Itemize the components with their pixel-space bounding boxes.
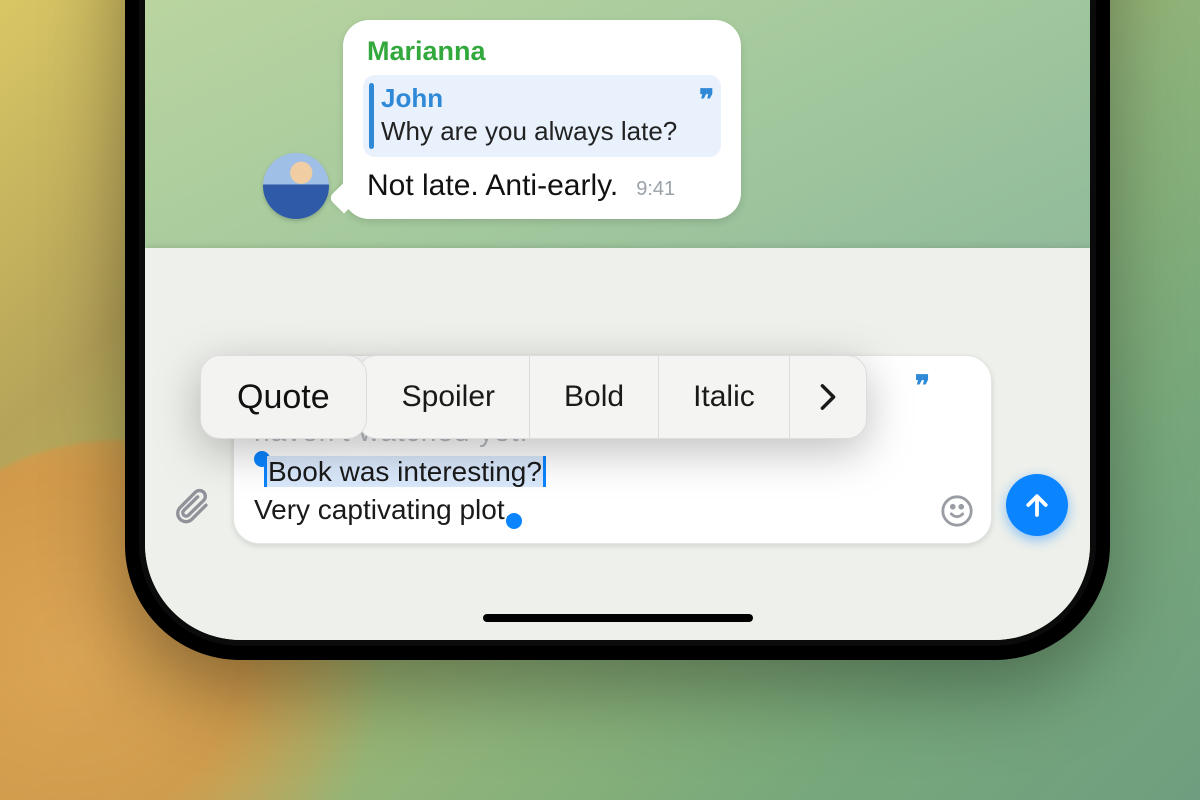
composer-panel: ❞ Have you seen that movie, the one have… <box>145 248 1090 640</box>
format-more-button[interactable] <box>789 356 866 438</box>
format-italic-button[interactable]: Italic <box>658 356 789 438</box>
input-after-line-wrap: Very captivating plot. <box>254 491 933 529</box>
phone-screen: Marianna ❞ John Why are you always late?… <box>145 0 1090 640</box>
sender-name: Marianna <box>367 36 721 67</box>
app-stage: Marianna ❞ John Why are you always late?… <box>0 0 1200 800</box>
format-spoiler-button[interactable]: Spoiler <box>358 356 529 438</box>
message-body: Not late. Anti-early. <box>367 169 618 203</box>
message-time: 9:41 <box>636 178 675 201</box>
message-bubble[interactable]: Marianna ❞ John Why are you always late?… <box>343 20 741 219</box>
incoming-message[interactable]: Marianna ❞ John Why are you always late?… <box>263 20 741 219</box>
reply-author: John <box>381 83 677 114</box>
emoji-button[interactable] <box>937 491 977 531</box>
quote-icon: ❞ <box>699 83 711 117</box>
avatar[interactable] <box>263 153 329 219</box>
smile-icon <box>940 494 974 528</box>
reply-accent-bar <box>369 83 374 149</box>
send-button[interactable] <box>1006 474 1068 536</box>
quote-icon: ❞ <box>915 368 927 406</box>
format-menu: Quote Spoiler Bold Italic <box>200 355 867 439</box>
input-selected-line-wrap: Book was interesting? <box>254 451 933 491</box>
paperclip-icon <box>171 486 211 526</box>
chevron-right-icon <box>818 383 838 411</box>
selection-handle-end[interactable] <box>506 513 522 529</box>
format-bold-button[interactable]: Bold <box>529 356 658 438</box>
format-quote-button[interactable]: Quote <box>200 355 367 439</box>
reply-block[interactable]: ❞ John Why are you always late? <box>363 75 721 157</box>
arrow-up-icon <box>1022 490 1052 520</box>
attach-button[interactable] <box>163 478 219 534</box>
input-selected-text[interactable]: Book was interesting? <box>264 456 546 487</box>
reply-text: Why are you always late? <box>381 116 677 147</box>
format-menu-rest: Spoiler Bold Italic <box>357 355 867 439</box>
input-after-text: Very captivating plot. <box>254 494 512 525</box>
phone-bezel: Marianna ❞ John Why are you always late?… <box>139 0 1096 646</box>
home-indicator[interactable] <box>483 614 753 622</box>
bubble-tail <box>328 182 359 213</box>
phone-frame: Marianna ❞ John Why are you always late?… <box>125 0 1110 660</box>
